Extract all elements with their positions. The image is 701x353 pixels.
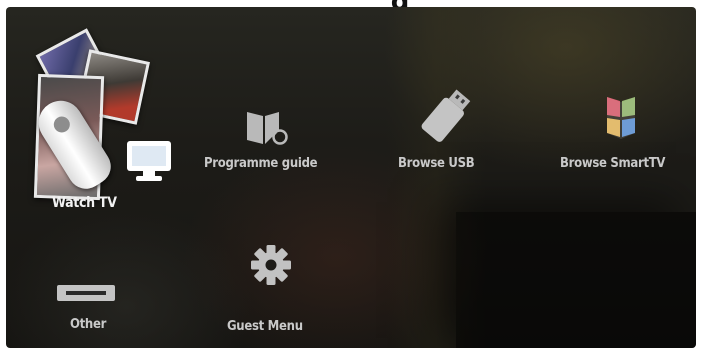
menu-item-watch-tv[interactable]: Watch TV [6,7,176,227]
tv-icon [126,139,172,183]
menu-label-browse-smarttv: Browse SmartTV [560,156,666,171]
menu-item-guest-menu[interactable]: Guest Menu [211,239,331,339]
menu-item-other[interactable]: Other [46,262,136,342]
menu-label-browse-usb: Browse USB [398,156,475,171]
menu-item-programme-guide[interactable]: Programme guide [196,102,336,192]
device-icon [56,282,116,304]
book-icon [243,106,289,146]
menu-item-browse-usb[interactable]: Browse USB [386,85,506,195]
menu-label-guest-menu: Guest Menu [227,319,303,334]
menu-label-programme-guide: Programme guide [204,156,318,171]
tv-screen: Watch TV Programme guide Browse USB Brow… [6,7,696,348]
watch-tv-art [30,27,171,201]
menu-label-watch-tv: Watch TV [52,195,117,211]
smarttv-icon [601,93,641,145]
usb-stick-icon [418,85,474,147]
photo-frame: g Watch TV [0,0,701,353]
gear-icon [249,243,293,287]
screen-reflection-dark-area [456,212,696,348]
menu-label-other: Other [70,317,107,332]
menu-item-browse-smarttv[interactable]: Browse SmartTV [556,93,686,193]
